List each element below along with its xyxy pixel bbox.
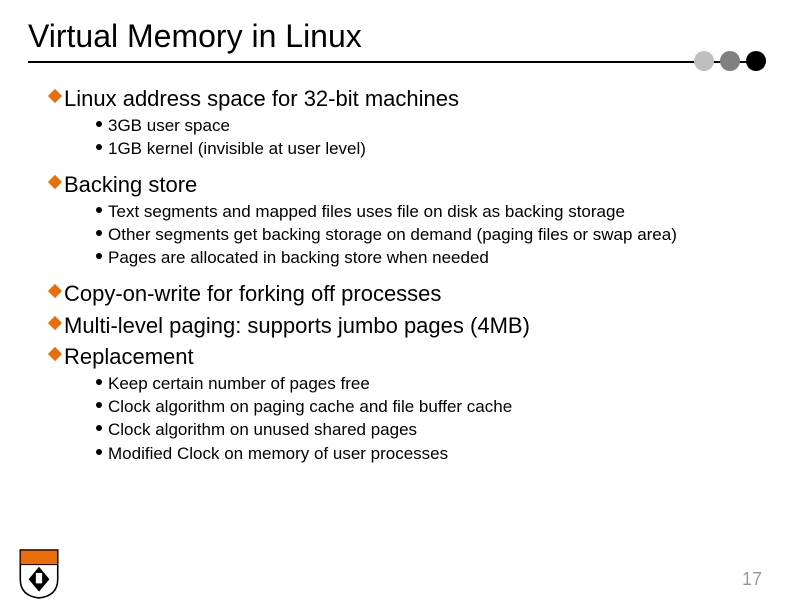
bullet-text: Modified Clock on memory of user process… — [108, 443, 448, 464]
slide-content: Linux address space for 32-bit machines … — [28, 85, 764, 464]
bullet-text: Copy-on-write for forking off processes — [64, 280, 441, 308]
bullet-text: Keep certain number of pages free — [108, 373, 370, 394]
dot-icon — [90, 373, 108, 385]
dot-icon — [90, 247, 108, 259]
bullet-level2: Other segments get backing storage on de… — [90, 224, 764, 245]
slide: Virtual Memory in Linux Linux address sp… — [0, 0, 792, 612]
princeton-shield-icon — [18, 548, 60, 600]
bullet-text: Other segments get backing storage on de… — [108, 224, 677, 245]
bullet-level2: Clock algorithm on unused shared pages — [90, 419, 764, 440]
diamond-icon — [46, 171, 64, 187]
diamond-icon — [46, 343, 64, 359]
dot-icon — [90, 224, 108, 236]
bullet-level1: Copy-on-write for forking off processes — [46, 280, 764, 308]
dot-icon — [694, 51, 714, 71]
dot-icon — [90, 396, 108, 408]
bullet-level2: Text segments and mapped files uses file… — [90, 201, 764, 222]
bullet-level1: Replacement — [46, 343, 764, 371]
slide-title: Virtual Memory in Linux — [28, 18, 764, 55]
bullet-text: Clock algorithm on unused shared pages — [108, 419, 417, 440]
page-number: 17 — [742, 569, 762, 590]
bullet-text: 3GB user space — [108, 115, 230, 136]
dot-icon — [90, 443, 108, 455]
dot-icon — [90, 419, 108, 431]
bullet-text: Linux address space for 32-bit machines — [64, 85, 459, 113]
bullet-level2: Clock algorithm on paging cache and file… — [90, 396, 764, 417]
decorative-dots — [694, 51, 766, 71]
dot-icon — [90, 115, 108, 127]
diamond-icon — [46, 280, 64, 296]
title-rule — [28, 61, 764, 63]
bullet-level2: Keep certain number of pages free — [90, 373, 764, 394]
bullet-level2: 3GB user space — [90, 115, 764, 136]
bullet-text: Text segments and mapped files uses file… — [108, 201, 625, 222]
bullet-level2: Pages are allocated in backing store whe… — [90, 247, 764, 268]
diamond-icon — [46, 85, 64, 101]
dot-icon — [720, 51, 740, 71]
dot-icon — [90, 201, 108, 213]
bullet-text: Backing store — [64, 171, 197, 199]
bullet-text: Pages are allocated in backing store whe… — [108, 247, 489, 268]
bullet-level2: 1GB kernel (invisible at user level) — [90, 138, 764, 159]
dot-icon — [90, 138, 108, 150]
dot-icon — [746, 51, 766, 71]
bullet-text: Replacement — [64, 343, 194, 371]
bullet-text: 1GB kernel (invisible at user level) — [108, 138, 366, 159]
bullet-level1: Multi-level paging: supports jumbo pages… — [46, 312, 764, 340]
bullet-text: Clock algorithm on paging cache and file… — [108, 396, 512, 417]
bullet-level2: Modified Clock on memory of user process… — [90, 443, 764, 464]
bullet-level1: Linux address space for 32-bit machines — [46, 85, 764, 113]
diamond-icon — [46, 312, 64, 328]
bullet-level1: Backing store — [46, 171, 764, 199]
bullet-text: Multi-level paging: supports jumbo pages… — [64, 312, 530, 340]
